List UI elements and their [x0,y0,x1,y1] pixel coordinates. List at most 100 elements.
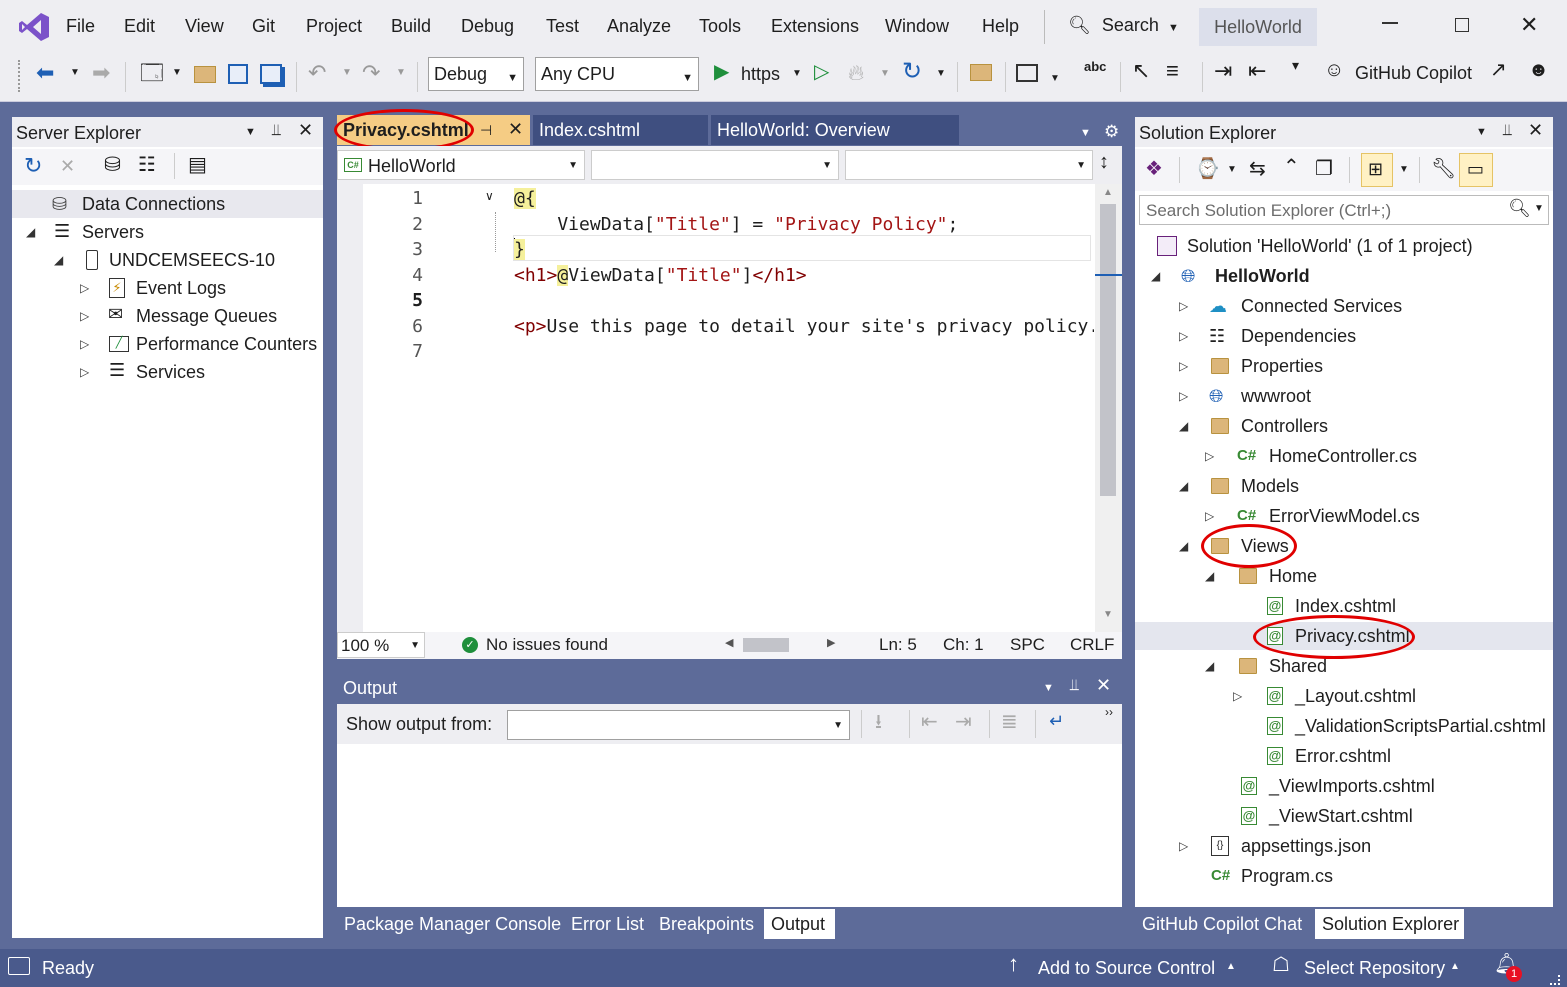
tree-item-homecontroller[interactable]: ▷ C# HomeController.cs [1135,442,1553,470]
tree-item-event-logs[interactable]: ▷ ⚡ Event Logs [12,274,323,302]
tree-item-data-connections[interactable]: ⛁ Data Connections [12,190,323,218]
share-icon[interactable]: ↗ [1490,60,1507,80]
whitespace-indicator[interactable]: SPC [1010,635,1045,655]
github-copilot-button[interactable]: GitHub Copilot [1355,63,1472,84]
menu-build[interactable]: Build [391,16,431,37]
stop-icon[interactable]: ✕ [60,157,75,175]
track-active-item-button[interactable]: ⊞ [1361,153,1393,187]
expand-icon[interactable]: ▷ [80,330,89,358]
switch-views-icon[interactable]: ❖ [1145,159,1163,179]
chevron-down-icon[interactable]: ▼ [1399,165,1409,175]
tree-item-servers[interactable]: ◢ ☰ Servers [12,218,323,246]
expand-icon[interactable]: ▷ [1205,502,1214,530]
type-nav-select[interactable]: ▼ [591,150,839,180]
member-nav-select[interactable]: ▼ [845,150,1093,180]
chevron-down-icon[interactable]: ▼ [70,68,80,78]
expand-icon[interactable]: ▷ [1179,382,1188,410]
expand-icon[interactable]: ▷ [1179,322,1188,350]
start-debugging-icon[interactable]: ▶ [714,62,729,82]
tree-item-server-node[interactable]: ◢ UNDCEMSEECS-10 [12,246,323,274]
collapse-icon[interactable]: ◢ [26,218,35,246]
expand-icon[interactable]: ▷ [80,274,89,302]
menu-view[interactable]: View [185,16,224,37]
new-project-icon[interactable]: 🗔︎ [140,62,164,84]
chevron-down-icon[interactable]: ▼ [792,69,802,79]
expand-icon[interactable]: ▷ [1179,352,1188,380]
expand-icon[interactable]: ▷ [1179,832,1188,860]
pin-icon[interactable]: ⫫ [272,123,281,139]
sync-icon[interactable]: ⇆ [1249,159,1266,179]
refresh-icon[interactable]: ↻ [24,155,42,177]
tree-item-errorviewmodel[interactable]: ▷ C# ErrorViewModel.cs [1135,502,1553,530]
undo-icon[interactable]: ↶ [308,62,326,84]
find-in-files-icon[interactable] [970,64,992,81]
connect-database-icon[interactable]: ⛁ [104,155,121,175]
chevron-down-icon[interactable]: ▼ [172,68,182,78]
chevron-down-icon[interactable]: ▼ [245,127,256,138]
collapse-icon[interactable]: ◢ [1179,532,1188,560]
search-button[interactable]: 🔍︎ Search ▼ [1068,10,1179,42]
output-source-select[interactable]: ▼ [507,710,850,740]
pending-changes-icon[interactable]: ⌚ [1195,159,1220,179]
menu-file[interactable]: File [66,16,95,37]
run-target-label[interactable]: https [741,64,780,85]
properties-wrench-icon[interactable]: 🔧︎ [1431,159,1456,179]
tab-github-copilot-chat[interactable]: GitHub Copilot Chat [1135,909,1310,939]
collapse-icon[interactable]: ◢ [1205,562,1214,590]
connect-server-icon[interactable]: ☷ [138,155,156,175]
resize-grip-icon[interactable] [1550,975,1560,985]
show-all-files-icon[interactable]: ❐ [1315,159,1333,179]
line-ending-indicator[interactable]: CRLF [1070,635,1114,655]
save-icon[interactable] [228,64,248,84]
close-icon[interactable]: ✕ [508,120,523,138]
collapse-icon[interactable]: ◢ [1151,262,1160,290]
tree-item-appsettings[interactable]: ▷ {} appsettings.json [1135,832,1553,860]
solution-search-box[interactable]: Search Solution Explorer (Ctrl+;) 🔍︎ ▼ [1139,195,1549,225]
tree-item-layout-cshtml[interactable]: ▷ @ _Layout.cshtml [1135,682,1553,710]
outdent-icon[interactable]: ⇤ [1248,60,1266,82]
chevron-down-icon[interactable]: ▼ [1050,74,1060,84]
tree-item-program-cs[interactable]: C# Program.cs [1135,862,1553,890]
collapse-all-icon[interactable]: ⌃ [1283,157,1300,177]
expand-icon[interactable]: ▷ [1205,442,1214,470]
menu-analyze[interactable]: Analyze [607,16,671,37]
collapse-icon[interactable]: ◢ [1179,412,1188,440]
menu-project[interactable]: Project [306,16,362,37]
tree-item-services[interactable]: ▷ ☰ Services [12,358,323,386]
chevron-down-icon[interactable]: ▼ [1476,127,1487,138]
preview-selected-button[interactable]: ▭ [1459,153,1493,187]
tree-item-models[interactable]: ◢ Models [1135,472,1553,500]
indent-icon[interactable]: ⇥ [1214,60,1232,82]
tab-helloworld-overview[interactable]: HelloWorld: Overview [711,115,959,145]
project-nav-select[interactable]: C# HelloWorld ▼ [337,150,585,180]
tree-item-message-queues[interactable]: ▷ ✉ Message Queues [12,302,323,330]
vertical-scrollbar[interactable]: ▲ ▼ [1095,184,1122,632]
search-icon[interactable]: 🔍︎ [1508,199,1531,217]
forward-icon[interactable]: ➡︎ [92,62,110,84]
code-area[interactable]: 1 2 3 4 5 6 7 ∨ @{ ViewData["Title"] = "… [337,184,1122,632]
next-message-icon[interactable]: ⇥ [955,712,972,732]
back-icon[interactable]: ⬅︎ [36,62,54,84]
horizontal-scroll-thumb[interactable] [743,638,789,652]
start-without-debugging-icon[interactable]: ▷ [814,62,829,82]
clear-all-icon[interactable]: ≣ [1001,712,1018,732]
gear-icon[interactable]: ⚙ [1104,123,1119,140]
refresh-icon[interactable]: ↻ [902,60,922,84]
column-indicator[interactable]: Ch: 1 [943,635,984,655]
minimize-icon[interactable] [1382,22,1398,24]
open-folder-icon[interactable] [194,66,216,83]
save-all-icon[interactable] [260,64,282,84]
menu-help[interactable]: Help [982,16,1019,37]
word-wrap-icon[interactable]: ↵ [1049,712,1064,730]
close-icon[interactable]: ✕ [298,121,313,139]
collapse-icon[interactable]: ◢ [54,246,63,274]
scroll-right-icon[interactable]: ▶ [827,638,835,649]
tab-breakpoints[interactable]: Breakpoints [652,909,759,939]
scroll-down-icon[interactable]: ▼ [1103,610,1113,620]
split-icon[interactable]: ↕ [1099,152,1109,172]
close-icon[interactable]: ✕ [1520,14,1538,36]
add-to-source-control-button[interactable]: Add to Source Control [1038,958,1215,979]
account-icon[interactable]: ☻ [1528,60,1549,80]
menu-edit[interactable]: Edit [124,16,155,37]
issues-status[interactable]: No issues found [486,635,608,655]
